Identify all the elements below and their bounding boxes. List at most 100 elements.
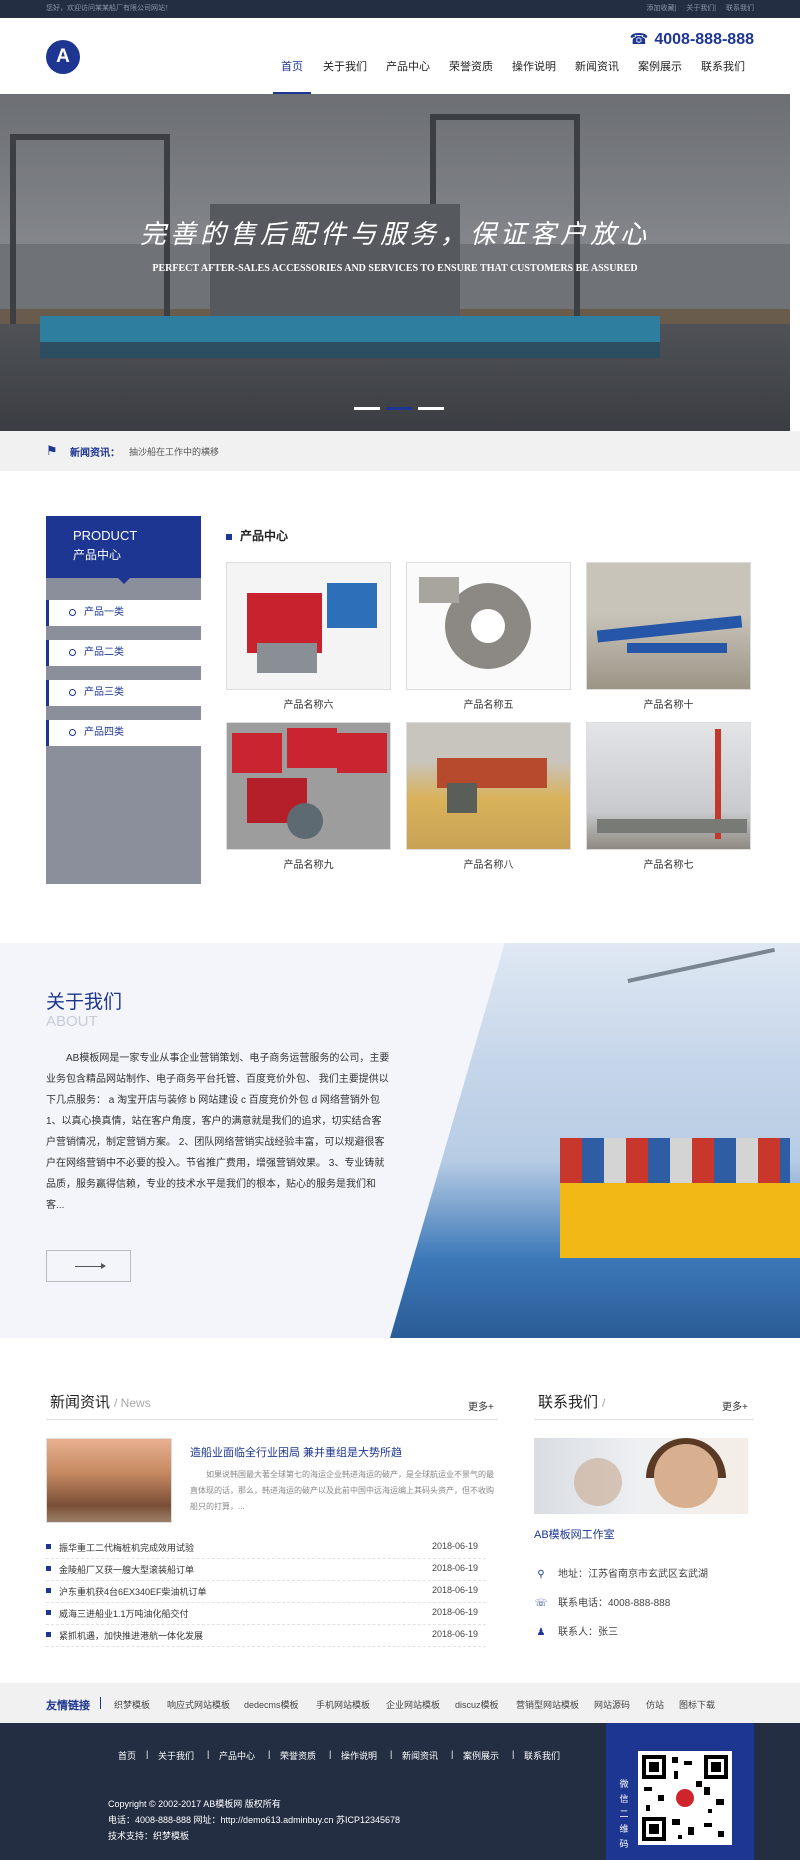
product-name[interactable]: 产品名称六 — [226, 696, 391, 711]
news-list-item[interactable]: 威海三进船业1.1万吨油化船交付 2018-06-19 — [46, 1603, 486, 1625]
nav-item-about[interactable]: 关于我们 — [323, 60, 367, 94]
footer-nav-item[interactable]: 操作说明 — [341, 1749, 377, 1762]
product-card[interactable]: 产品名称九 — [226, 722, 391, 871]
friend-link[interactable]: discuz模板 — [455, 1698, 499, 1711]
sidebar-header: PRODUCT 产品中心 — [46, 516, 201, 578]
contact-person-text: 联系人：张三 — [558, 1627, 618, 1638]
site-logo[interactable]: A — [46, 40, 80, 74]
friend-link[interactable]: 手机网站模板 — [316, 1698, 370, 1711]
banner-dot[interactable] — [354, 407, 380, 410]
circle-icon — [69, 728, 76, 736]
footer-nav-item[interactable]: 首页 — [118, 1749, 136, 1762]
footer-nav-item[interactable]: 关于我们 — [158, 1749, 194, 1762]
product-image[interactable] — [406, 562, 571, 690]
friend-link[interactable]: 网站源码 — [594, 1698, 630, 1711]
footer-nav-separator: | — [268, 1749, 271, 1759]
about-more-button[interactable] — [46, 1250, 131, 1282]
product-image[interactable] — [586, 562, 751, 690]
contact-person: ♟ 联系人：张三 — [534, 1623, 618, 1638]
news-list-item[interactable]: 沪东重机获4台6EX340EF柴油机订单 2018-06-19 — [46, 1581, 486, 1603]
sidebar-item-category-3[interactable]: 产品三类 — [46, 680, 201, 706]
product-image[interactable] — [406, 722, 571, 850]
product-name[interactable]: 产品名称十 — [586, 696, 751, 711]
banner-dot-active[interactable] — [386, 407, 412, 410]
ticker-label: 新闻资讯： — [70, 448, 120, 459]
square-bullet-icon — [226, 533, 232, 540]
friend-link[interactable]: 响应式网站模板 — [167, 1698, 230, 1711]
product-card[interactable]: 产品名称八 — [406, 722, 571, 871]
featured-news-title[interactable]: 造船业面临全行业困局 兼并重组是大势所趋 — [190, 1444, 402, 1460]
friend-link[interactable]: dedecms模板 — [244, 1698, 299, 1711]
nav-item-guide[interactable]: 操作说明 — [512, 60, 556, 94]
friend-link[interactable]: 营销型网站模板 — [516, 1698, 579, 1711]
banner-dot[interactable] — [418, 407, 444, 410]
friend-link[interactable]: 织梦模板 — [114, 1698, 150, 1711]
news-item-title[interactable]: 紧抓机遇，加快推进港航一体化发展 — [59, 1629, 203, 1642]
product-card[interactable]: 产品名称六 — [226, 562, 391, 711]
footer-nav-item[interactable]: 产品中心 — [219, 1749, 255, 1762]
sidebar-item-label: 产品一类 — [84, 607, 124, 618]
footer-nav-item[interactable]: 联系我们 — [524, 1749, 560, 1762]
news-list-item[interactable]: 振华重工二代梅桩机完成效用试验 2018-06-19 — [46, 1537, 486, 1559]
footer-nav-item[interactable]: 案例展示 — [463, 1749, 499, 1762]
nav-item-products[interactable]: 产品中心 — [386, 60, 430, 94]
featured-news-image[interactable] — [46, 1438, 172, 1523]
news-more-link[interactable]: 更多+ — [468, 1398, 494, 1413]
customer-service-photo — [534, 1438, 748, 1514]
contact-address: ⚲ 地址：江苏省南京市玄武区玄武湖 — [534, 1565, 708, 1580]
contact-address-text: 地址：江苏省南京市玄武区玄武湖 — [558, 1569, 708, 1580]
news-list-item[interactable]: 紧抓机遇，加快推进港航一体化发展 2018-06-19 — [46, 1625, 486, 1647]
sidebar-title-en: PRODUCT — [73, 528, 138, 543]
nav-label: 产品中心 — [386, 61, 430, 73]
news-item-title[interactable]: 威海三进船业1.1万吨油化船交付 — [59, 1607, 189, 1620]
friend-link[interactable]: 图标下载 — [679, 1698, 715, 1711]
nav-item-contact[interactable]: 联系我们 — [701, 60, 745, 94]
product-image[interactable] — [226, 722, 391, 850]
news-divider — [46, 1419, 498, 1420]
friend-link[interactable]: 仿站 — [646, 1698, 664, 1711]
news-item-title[interactable]: 振华重工二代梅桩机完成效用试验 — [59, 1541, 194, 1554]
sidebar-item-category-2[interactable]: 产品二类 — [46, 640, 201, 666]
product-image[interactable] — [226, 562, 391, 690]
top-link-contact[interactable]: 联系我们 — [726, 5, 754, 12]
footer-nav-separator: | — [207, 1749, 210, 1759]
contact-more-link[interactable]: 更多+ — [722, 1398, 748, 1413]
sidebar-item-label: 产品四类 — [84, 727, 124, 738]
footer-nav-item[interactable]: 荣誉资质 — [280, 1749, 316, 1762]
news-section-title: 新闻资讯 / News — [50, 1391, 151, 1412]
top-link-favorite[interactable]: 添加收藏 — [646, 5, 674, 12]
contact-section-title: 联系我们 / — [538, 1391, 605, 1412]
news-item-title[interactable]: 金陵船厂又获一艘大型滚装船订单 — [59, 1563, 194, 1576]
product-card[interactable]: 产品名称十 — [586, 562, 751, 711]
news-list-item[interactable]: 金陵船厂又获一艘大型滚装船订单 2018-06-19 — [46, 1559, 486, 1581]
product-name[interactable]: 产品名称九 — [226, 856, 391, 871]
ticker-headline[interactable]: 抽沙船在工作中的横移 — [129, 445, 219, 458]
tag-icon: ⚑ — [46, 443, 58, 458]
footer-nav-item[interactable]: 新闻资讯 — [402, 1749, 438, 1762]
product-card[interactable]: 产品名称五 — [406, 562, 571, 711]
pipe-frame — [627, 643, 727, 653]
friend-link[interactable]: 企业网站模板 — [386, 1698, 440, 1711]
news-title-en: / News — [114, 1396, 151, 1410]
background-person — [574, 1458, 622, 1506]
wechat-qr-panel: 微信二维码 — [606, 1723, 754, 1860]
news-item-title[interactable]: 沪东重机获4台6EX340EF柴油机订单 — [59, 1585, 207, 1598]
sidebar-item-category-1[interactable]: 产品一类 — [46, 600, 201, 626]
product-name[interactable]: 产品名称八 — [406, 856, 571, 871]
sidebar-item-category-4[interactable]: 产品四类 — [46, 720, 201, 746]
welcome-text: 您好，欢迎访问某某船厂有限公司网站！ — [46, 5, 172, 12]
hero-banner[interactable]: 完善的售后配件与服务，保证客户放心 PERFECT AFTER-SALES AC… — [0, 94, 790, 431]
footer-copyright: Copyright © 2002-2017 AB模板网 版权所有 — [108, 1799, 281, 1809]
nav-label: 关于我们 — [323, 61, 367, 73]
product-card[interactable]: 产品名称七 — [586, 722, 751, 871]
top-link-about[interactable]: 关于我们 — [686, 5, 714, 12]
product-name[interactable]: 产品名称五 — [406, 696, 571, 711]
nav-item-home[interactable]: 首页 — [273, 60, 311, 95]
bullet-icon — [46, 1588, 51, 1593]
about-section: 关于我们 ABOUT AB模板网是一家专业从事企业营销策划、电子商务运营服务的公… — [0, 943, 800, 1338]
product-name[interactable]: 产品名称七 — [586, 856, 751, 871]
product-image[interactable] — [586, 722, 751, 850]
nav-item-honors[interactable]: 荣誉资质 — [449, 60, 493, 94]
nav-item-cases[interactable]: 案例展示 — [638, 60, 682, 94]
nav-item-news[interactable]: 新闻资讯 — [575, 60, 619, 94]
